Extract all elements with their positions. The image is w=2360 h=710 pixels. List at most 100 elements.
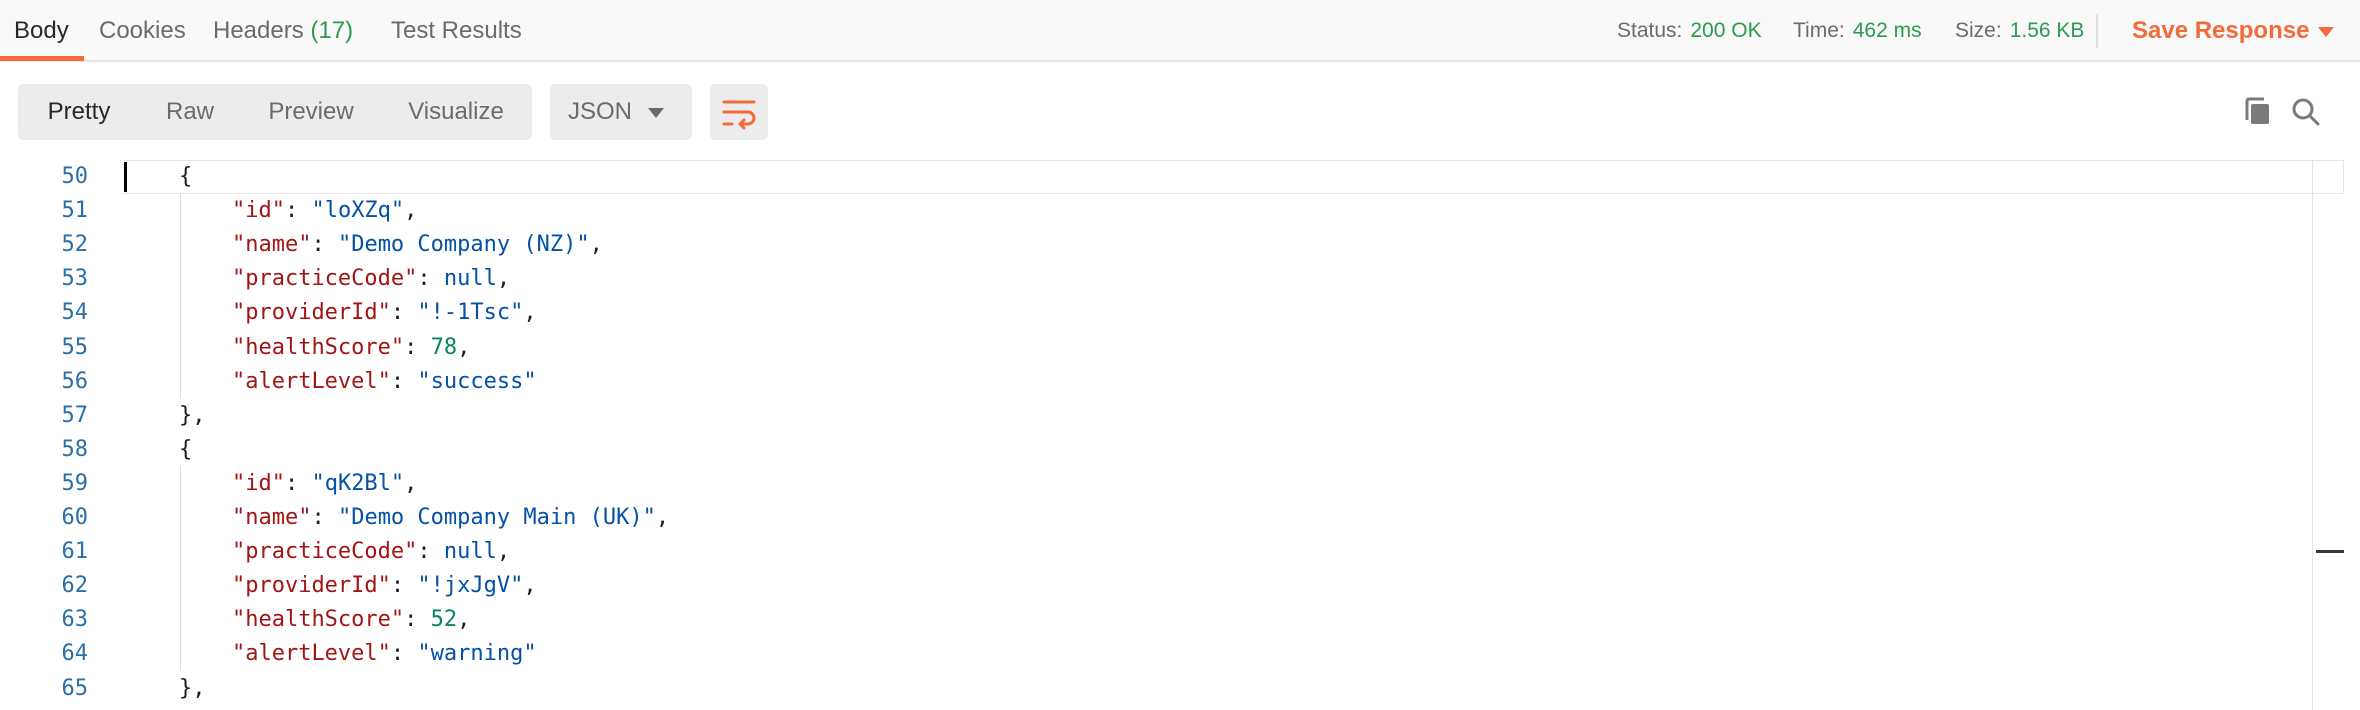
view-preview-button[interactable]: Preview	[254, 84, 368, 140]
format-select-value: JSON	[568, 98, 633, 125]
tab-headers[interactable]: Headers (17)	[213, 0, 353, 62]
code-token: :	[390, 300, 418, 325]
code-token: :	[284, 471, 312, 496]
code-token: :	[417, 539, 444, 564]
code-token: ,	[496, 266, 511, 291]
code-line: "name": "Demo Company Main (UK)",	[126, 501, 669, 535]
tab-body-label: Body	[14, 17, 69, 44]
chevron-down-icon[interactable]	[2318, 27, 2334, 37]
code-token: :	[311, 505, 338, 530]
tab-test-results-label: Test Results	[391, 17, 522, 44]
line-number: 51	[61, 198, 89, 223]
line-number: 56	[61, 369, 89, 394]
response-tab-bar: Body Cookies Headers (17) Test Results S…	[0, 0, 2360, 62]
line-number: 57	[61, 403, 89, 428]
view-raw-label: Raw	[165, 98, 214, 125]
code-token: {	[178, 164, 193, 189]
view-visualize-label: Visualize	[408, 98, 504, 125]
code-token: "warning"	[417, 641, 537, 666]
tab-headers-label: Headers	[213, 17, 304, 44]
code-token: null	[443, 266, 497, 291]
code-token: ,	[457, 607, 471, 632]
save-response-button[interactable]: Save Response	[2132, 0, 2309, 62]
status-label: Status:	[1617, 19, 1683, 42]
tab-cookies[interactable]: Cookies	[99, 0, 186, 62]
code-token: "success"	[417, 369, 537, 394]
search-icon	[2292, 98, 2320, 126]
code-line: "practiceCode": null,	[126, 262, 510, 296]
code-token: "alertLevel"	[231, 369, 391, 394]
view-pretty-label: Pretty	[47, 98, 111, 125]
code-line: "providerId": "!-1Tsc",	[126, 296, 537, 330]
headers-count-badge: (17)	[310, 17, 354, 44]
view-pretty-button[interactable]: Pretty	[30, 84, 128, 140]
line-number: 55	[61, 335, 89, 360]
code-line: {	[126, 160, 192, 194]
code-token: ,	[589, 232, 603, 257]
line-number: 53	[61, 266, 89, 291]
code-token: },	[178, 403, 206, 428]
tab-cookies-label: Cookies	[99, 17, 186, 44]
size-indicator[interactable]: Size: 1.56 KB	[1955, 0, 2084, 62]
code-token: :	[390, 573, 418, 598]
line-number: 59	[61, 471, 89, 496]
code-token: :	[404, 335, 431, 360]
search-button[interactable]	[2286, 92, 2326, 132]
code-token: "healthScore"	[231, 335, 405, 360]
size-label: Size:	[1955, 19, 2002, 42]
code-line: "name": "Demo Company (NZ)",	[126, 228, 603, 262]
code-token: :	[311, 232, 338, 257]
code-line: },	[126, 672, 206, 706]
response-body-editor[interactable]: 50 {51 "id": "loXZq", 52 "name": "Demo Co…	[0, 160, 2360, 710]
code-token: ,	[496, 539, 511, 564]
format-select[interactable]: JSON	[550, 84, 692, 140]
code-token: 78	[430, 335, 458, 360]
code-line: "healthScore": 52,	[126, 603, 470, 637]
tab-test-results[interactable]: Test Results	[391, 0, 522, 62]
time-indicator[interactable]: Time: 462 ms	[1793, 0, 1922, 62]
code-line: "practiceCode": null,	[126, 535, 510, 569]
code-token: :	[390, 641, 418, 666]
copy-button[interactable]	[2238, 92, 2278, 132]
code-token: "!jxJgV"	[417, 573, 524, 598]
code-token: ,	[404, 198, 418, 223]
code-line: "id": "loXZq",	[126, 194, 417, 228]
code-token: :	[284, 198, 312, 223]
code-token: "practiceCode"	[231, 539, 418, 564]
code-token: "!-1Tsc"	[417, 300, 524, 325]
line-number: 50	[61, 164, 89, 189]
code-token: "name"	[231, 505, 312, 530]
code-token: :	[417, 266, 444, 291]
line-number: 63	[61, 607, 89, 632]
scrollbar-thumb[interactable]	[2316, 550, 2344, 553]
status-indicator[interactable]: Status: 200 OK	[1617, 0, 1762, 62]
code-token: "id"	[231, 471, 285, 496]
line-number: 60	[61, 505, 89, 530]
code-line: "alertLevel": "warning"	[126, 637, 537, 671]
code-token: "healthScore"	[231, 607, 405, 632]
code-token: "qK2Bl"	[311, 471, 405, 496]
code-token: :	[404, 607, 431, 632]
time-value: 462 ms	[1852, 19, 1922, 42]
view-preview-label: Preview	[268, 98, 354, 125]
scrollbar-track[interactable]	[2312, 160, 2313, 710]
size-value: 1.56 KB	[2009, 19, 2085, 42]
wrap-lines-icon	[722, 100, 756, 130]
code-token: },	[178, 676, 206, 701]
code-line: "healthScore": 78,	[126, 331, 470, 365]
save-response-label: Save Response	[2132, 17, 2310, 44]
view-visualize-button[interactable]: Visualize	[398, 84, 514, 140]
view-raw-button[interactable]: Raw	[148, 84, 232, 140]
code-line: "providerId": "!jxJgV",	[126, 569, 537, 603]
chevron-down-icon	[648, 108, 664, 118]
code-line: "alertLevel": "success"	[126, 365, 537, 399]
status-value: 200 OK	[1690, 19, 1762, 42]
line-number: 64	[61, 641, 89, 666]
tab-body[interactable]: Body	[14, 0, 69, 62]
code-token: 52	[430, 607, 458, 632]
wrap-lines-button[interactable]	[710, 84, 768, 140]
line-number: 54	[61, 300, 89, 325]
active-tab-indicator	[0, 56, 84, 61]
code-line: },	[126, 399, 206, 433]
time-label: Time:	[1793, 19, 1845, 42]
